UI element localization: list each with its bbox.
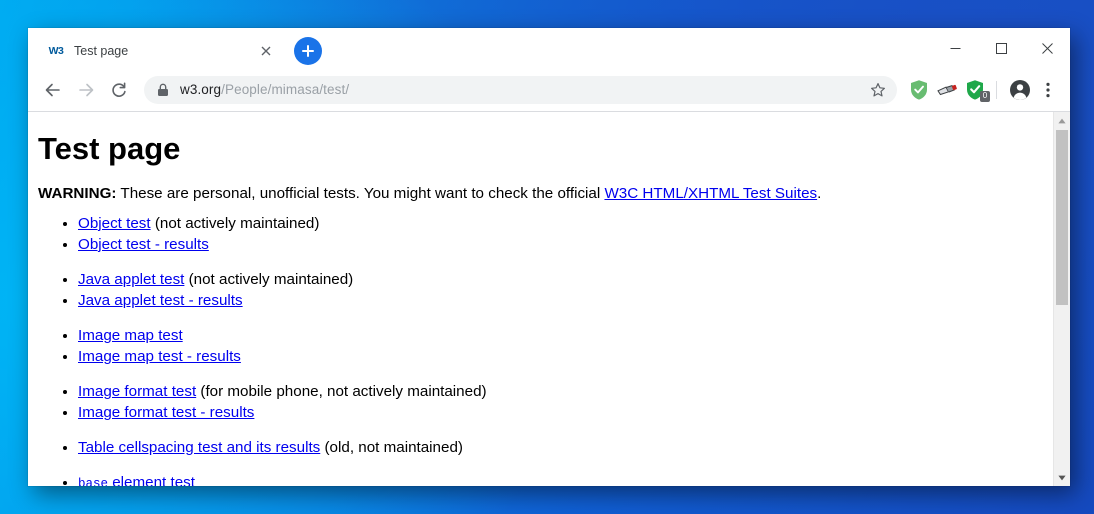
forward-arrow-icon	[79, 83, 94, 96]
minimize-button[interactable]	[932, 28, 978, 68]
window-controls	[932, 28, 1070, 68]
tab-strip: W3 Test page	[28, 28, 1070, 68]
link-java-applet-test[interactable]: Java applet test	[78, 271, 184, 288]
list-item: Image map test - results	[78, 347, 1037, 368]
close-glyph	[261, 46, 271, 56]
account-avatar-icon	[1010, 79, 1030, 100]
browser-toolbar: w3.org/People/mimasa/test/ 0	[28, 68, 1070, 112]
document-body: Test page WARNING: These are personal, u…	[28, 131, 1053, 486]
base-link-text: element test	[108, 473, 195, 486]
extension-glyph	[937, 84, 957, 95]
warning-label: WARNING:	[38, 185, 117, 203]
list-item: base element test	[78, 473, 1037, 486]
address-bar[interactable]: w3.org/People/mimasa/test/	[144, 75, 897, 104]
close-button[interactable]	[1024, 28, 1070, 68]
lock-icon	[157, 83, 169, 97]
down-arrow-glyph	[1058, 475, 1066, 480]
browser-window: W3 Test page w3.org/People/mimasa/test/ …	[28, 28, 1070, 486]
list-item: Image map test	[78, 326, 1037, 347]
list-item: Object test - results	[78, 235, 1037, 256]
bookmark-star-icon[interactable]	[865, 77, 891, 103]
vertical-scrollbar[interactable]	[1053, 112, 1070, 486]
url-text: w3.org/People/mimasa/test/	[180, 82, 865, 97]
maximize-button[interactable]	[978, 28, 1024, 68]
back-arrow-icon	[45, 83, 60, 96]
item-suffix: (not actively maintained)	[150, 214, 320, 232]
scroll-up-arrow-icon[interactable]	[1054, 112, 1070, 129]
w3c-favicon-icon: W3	[48, 45, 64, 57]
blocked-count-badge: 0	[980, 90, 990, 102]
list-item: Image format test (for mobile phone, not…	[78, 382, 1037, 403]
item-suffix: (old, not maintained)	[320, 438, 463, 456]
link-image-map-test[interactable]: Image map test	[78, 327, 183, 344]
list-item: Java applet test (not actively maintaine…	[78, 270, 1037, 291]
url-host: w3.org	[180, 82, 222, 97]
scroll-down-arrow-icon[interactable]	[1054, 469, 1070, 486]
minimize-icon	[950, 47, 960, 49]
green-shield-check-icon[interactable]: 0	[961, 75, 990, 105]
page-title: Test page	[38, 131, 181, 166]
test-links-list: Object test (not actively maintained) Ob…	[38, 214, 1037, 486]
lock-glyph	[158, 83, 168, 96]
link-base-element-test[interactable]: base element test	[78, 474, 195, 486]
browser-menu-button[interactable]	[1034, 75, 1062, 105]
page-viewport: Test page WARNING: These are personal, u…	[28, 112, 1070, 486]
close-window-icon	[1041, 42, 1053, 54]
item-suffix: (not actively maintained)	[184, 270, 354, 288]
list-item: Image format test - results	[78, 403, 1037, 424]
up-arrow-glyph	[1058, 118, 1066, 123]
reload-button[interactable]	[104, 75, 134, 105]
list-item: Table cellspacing test and its results (…	[78, 438, 1037, 459]
plus-icon	[302, 45, 314, 57]
link-image-format-test[interactable]: Image format test	[78, 383, 196, 400]
list-item: Java applet test - results	[78, 291, 1037, 312]
page-content: Test page WARNING: These are personal, u…	[28, 112, 1053, 486]
scrollbar-thumb[interactable]	[1056, 130, 1068, 305]
link-java-applet-test-results[interactable]: Java applet test - results	[78, 292, 243, 309]
warning-paragraph: WARNING: These are personal, unofficial …	[38, 184, 1037, 204]
toolbar-divider	[996, 80, 997, 99]
extension-puzzle-icon[interactable]	[933, 75, 961, 105]
back-button[interactable]	[38, 75, 68, 105]
maximize-icon	[995, 42, 1007, 54]
link-table-cellspacing-test[interactable]: Table cellspacing test and its results	[78, 439, 320, 456]
w3c-test-suites-link[interactable]: W3C HTML/XHTML Test Suites	[604, 185, 817, 202]
tab-title: Test page	[74, 44, 129, 58]
warning-text-before: These are personal, unofficial tests. Yo…	[116, 185, 605, 203]
warning-text-after: .	[817, 185, 822, 203]
url-path: /People/mimasa/test/	[221, 82, 350, 97]
profile-avatar-button[interactable]	[1006, 75, 1034, 105]
browser-tab[interactable]: W3 Test page	[36, 34, 284, 68]
item-suffix: (for mobile phone, not actively maintain…	[196, 382, 487, 400]
new-tab-button[interactable]	[294, 37, 322, 65]
link-object-test-results[interactable]: Object test - results	[78, 236, 209, 253]
forward-button	[71, 75, 101, 105]
link-image-format-test-results[interactable]: Image format test - results	[78, 404, 254, 421]
reload-icon	[112, 82, 126, 97]
link-image-map-test-results[interactable]: Image map test - results	[78, 348, 241, 365]
shield-check-glyph	[911, 79, 927, 100]
star-glyph	[871, 82, 885, 96]
link-object-test[interactable]: Object test	[78, 215, 151, 232]
three-dot-menu-icon	[1046, 82, 1050, 97]
list-item: Object test (not actively maintained)	[78, 214, 1037, 235]
base-code-token: base	[78, 476, 109, 486]
adguard-shield-icon[interactable]	[905, 75, 933, 105]
close-tab-icon[interactable]	[256, 41, 276, 61]
